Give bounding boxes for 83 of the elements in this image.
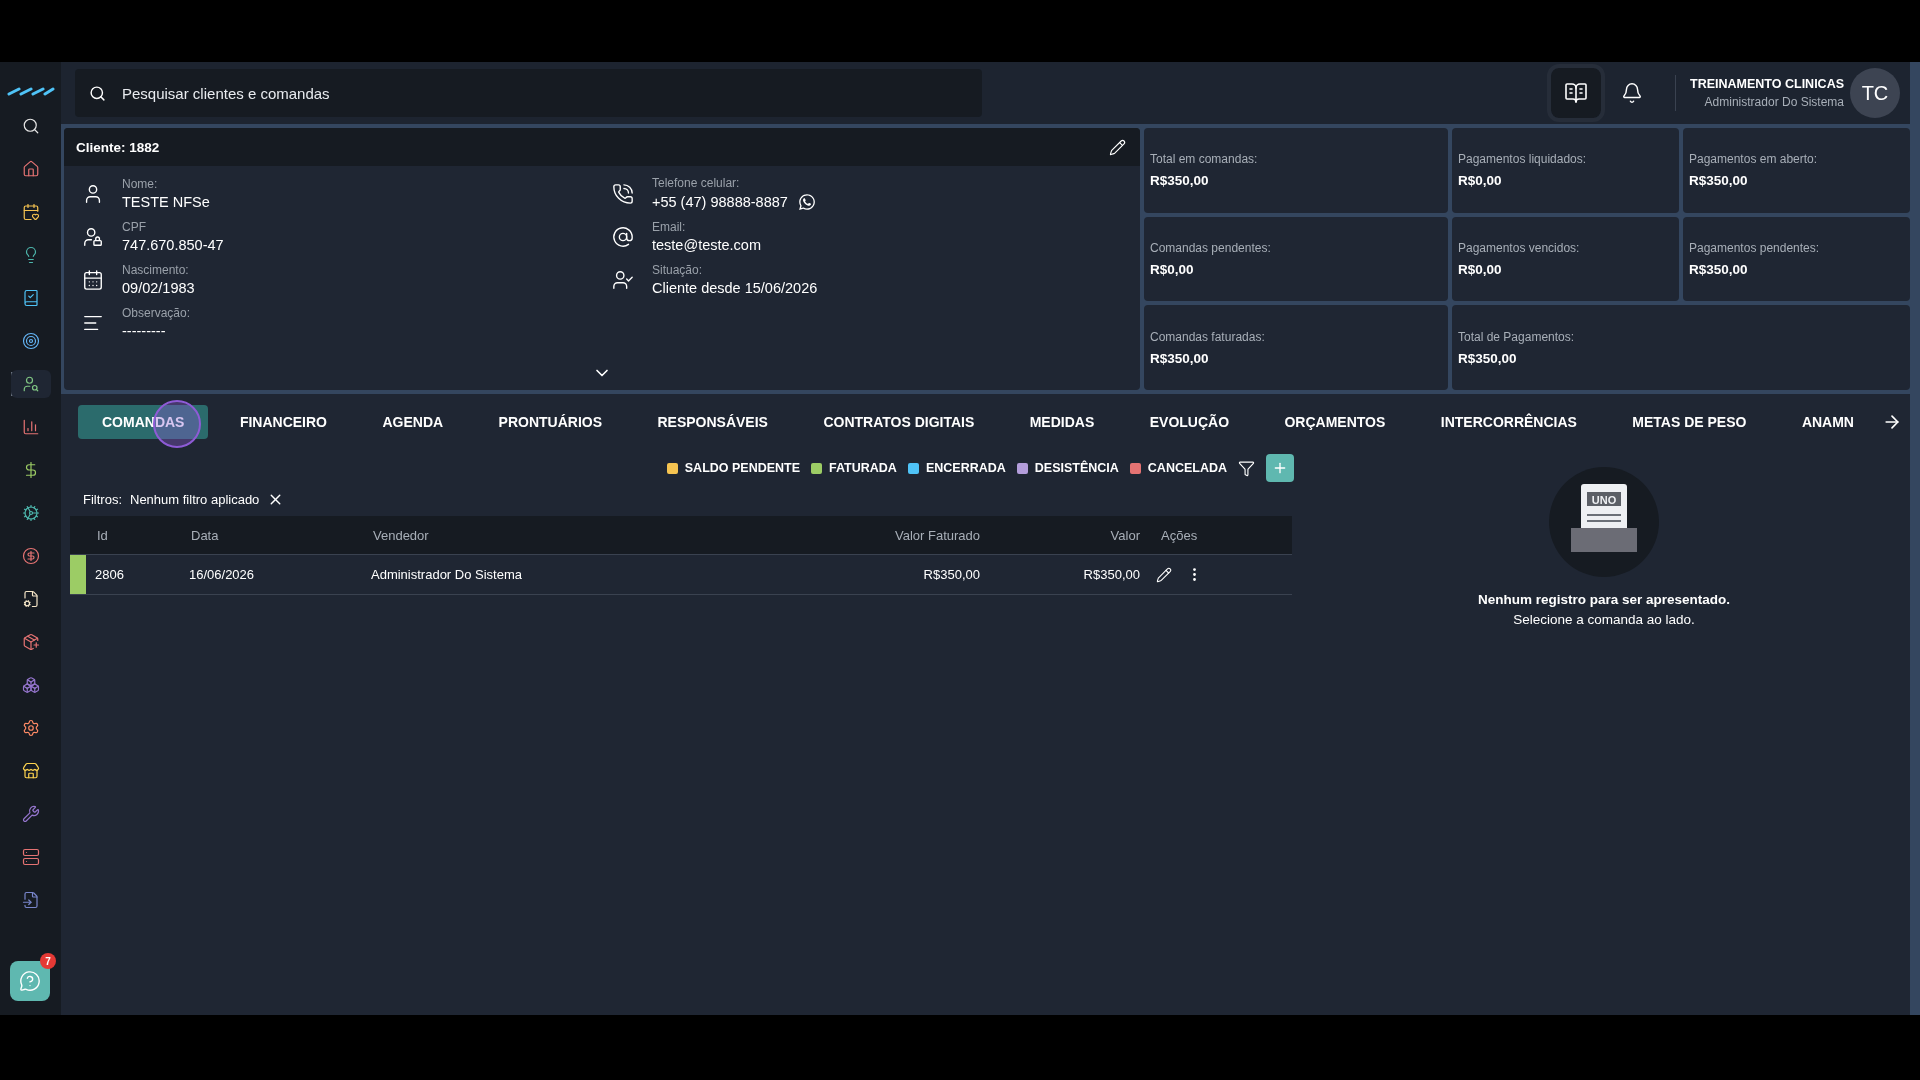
field-label: Nascimento: [122,263,190,277]
tab[interactable]: MEDIDAS [1005,405,1119,439]
field-value: --------- [122,323,166,339]
field-label: Telefone celular: [652,176,741,190]
stat-value: R$0,00 [1458,262,1503,277]
table-cell-text: Administrador Do Sistema [370,567,523,582]
legend-label: DESISTÊNCIA [1034,461,1119,475]
field-value: Cliente desde 15/06/2026 [652,280,818,296]
stat-value: R$350,00 [1689,262,1749,277]
search-input[interactable]: Pesquisar clientes e comandas [120,83,968,103]
field-label: Nome: [122,177,159,191]
user-avatar[interactable]: TC [1850,68,1900,118]
field-value: teste@teste.com [652,237,761,253]
edit-icon[interactable] [1109,138,1126,156]
stat-value: R$0,00 [1458,173,1503,189]
tab[interactable]: CONTRATOS DIGITAIS [799,405,999,439]
field-label: Observação: [122,306,191,320]
filters-value: Nenhum filtro aplicado [130,492,260,507]
filters-label: Filtros: [83,492,122,507]
phone-icon [612,182,636,205]
tab[interactable]: INTERCORRÊNCIAS [1416,405,1601,439]
stat-label: Pagamentos em aberto: [1689,152,1819,167]
tab[interactable]: AGENDA [358,405,468,439]
filter-icon[interactable] [1238,459,1255,477]
inbox-document-drawing: UNO [1548,466,1660,578]
stat-label: Comandas faturadas: [1150,329,1266,344]
table-cell-text: R$350,00 [1082,567,1141,582]
field-label: Situação: [652,263,704,277]
at-sign-icon [612,225,636,248]
tab[interactable]: COMANDAS [78,405,209,439]
user-check-icon [612,268,636,291]
stat-label: Pagamentos pendentes: [1689,241,1821,255]
client-title: Cliente: 1882 [76,139,160,155]
stat-label: Pagamentos liquidados: [1458,152,1588,167]
tab[interactable]: ANAMN [1777,405,1878,439]
stat-label: Total em comandas: [1150,152,1259,167]
column-header: Valor [1109,527,1141,543]
table-cell-text: R$350,00 [922,567,981,582]
field-value: 09/02/1983 [122,280,195,296]
table-cell-text: 2806 [94,567,125,582]
stat-label: Total de Pagamentos: [1458,329,1576,344]
search-icon [89,84,106,102]
edit-icon[interactable] [1156,566,1172,583]
search-field[interactable]: Pesquisar clientes e comandas [75,69,982,117]
column-header: Ações [1160,527,1199,543]
column-header: Valor Faturado [893,527,981,543]
legend-label: SALDO PENDENTE [684,461,801,475]
field-label: Email: [652,220,687,234]
stat-label: Comandas pendentes: [1150,241,1272,255]
legend-label: CANCELADA [1147,461,1227,475]
tab[interactable]: EVOLUÇÃO [1125,405,1254,439]
column-header: Data [190,527,220,543]
tab[interactable]: PRONTUÁRIOS [474,405,626,439]
column-header: Id [96,527,109,543]
notification-badge: 7 [40,953,56,969]
legend-label: ENCERRADA [925,461,1006,475]
table-cell-text: 16/06/2026 [188,567,256,582]
stat-value: R$350,00 [1150,350,1210,366]
stat-value: R$0,00 [1150,262,1195,277]
field-value: 747.670.850-47 [122,237,224,253]
stat-value: R$350,00 [1150,173,1210,189]
tab[interactable]: RESPONSÁVEIS [633,405,792,439]
user-role: Administrador Do Sistema [1704,95,1844,109]
legend-label: FATURADA [829,461,897,475]
logo-icon [6,86,55,96]
column-header: Vendedor [372,527,430,543]
stat-value: R$350,00 [1689,173,1749,189]
tab[interactable]: FINANCEIRO [215,405,351,439]
plus-icon [1272,460,1288,476]
user-search-icon[interactable] [10,370,51,398]
question-icon [19,970,41,992]
field-value: +55 (47) 98888-8887 [652,194,788,210]
empty-title: Nenhum registro para ser apresentado. [1477,592,1731,607]
tab[interactable]: ORÇAMENTOS [1260,405,1410,439]
user-name: TREINAMENTO CLINICAS [1690,77,1844,91]
add-button[interactable] [1266,454,1294,482]
whatsapp-icon[interactable] [797,193,816,211]
field-value: TESTE NFSe [122,194,210,210]
stat-label: Pagamentos vencidos: [1458,241,1581,255]
tab[interactable]: METAS DE PESO [1608,405,1771,439]
empty-subtitle: Selecione a comanda ao lado. [1513,612,1695,627]
stat-value: R$350,00 [1458,350,1518,366]
field-label: CPF [122,220,147,234]
